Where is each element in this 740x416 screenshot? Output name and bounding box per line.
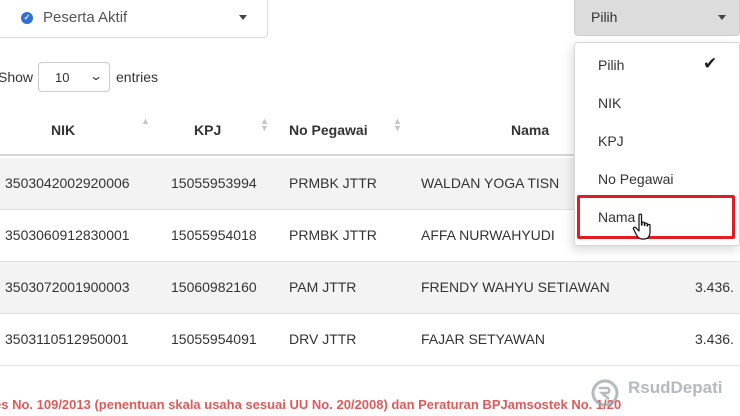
status-select-value: Peserta Aktif <box>43 9 128 26</box>
watermark-logo-icon <box>591 379 619 407</box>
status-select[interactable]: ✓ Peserta Aktif <box>0 0 268 38</box>
dropdown-option-label: KPJ <box>598 133 624 149</box>
table-row[interactable]: 3503072001900003 15060982160 PAM JTTR FR… <box>0 262 740 314</box>
checkmark-icon: ✔ <box>703 54 718 73</box>
caret-down-icon <box>239 15 247 20</box>
entries-select-value: 10 <box>55 70 70 85</box>
caret-down-icon <box>718 15 726 20</box>
cell-no-pegawai: PRMBK JTTR <box>289 227 377 243</box>
cell-nik: 3503072001900003 <box>5 279 130 295</box>
hand-cursor-icon <box>632 213 651 240</box>
check-circle-icon: ✓ <box>21 12 33 24</box>
cell-kpj: 15055953994 <box>171 175 257 191</box>
cell-no-pegawai: DRV JTTR <box>289 331 357 347</box>
show-label: Show <box>0 69 34 85</box>
dropdown-option-no-pegawai[interactable]: No Pegawai <box>575 160 740 198</box>
dropdown-option-label: Pilih <box>598 57 625 73</box>
cell-nama: WALDAN YOGA TISN <box>421 175 560 191</box>
cell-nik: 3503110512950001 <box>5 331 129 347</box>
column-header-no-pegawai[interactable]: No Pegawai <box>289 122 368 138</box>
sort-icon[interactable]: ▲ ▼ <box>260 117 269 133</box>
dropdown-option-label: No Pegawai <box>598 171 674 187</box>
dropdown-option-label: NIK <box>598 95 622 111</box>
column-header-nama[interactable]: Nama <box>511 122 549 138</box>
footnote: es No. 109/2013 (penentuan skala usaha s… <box>0 397 622 412</box>
cell-nik: 3503060912830001 <box>5 227 130 243</box>
cell-kpj: 15060982160 <box>171 279 257 295</box>
dropdown-option-pilih[interactable]: Pilih ✔ <box>575 46 740 84</box>
dropdown-option-kpj[interactable]: KPJ <box>575 122 740 160</box>
column-header-kpj[interactable]: KPJ <box>194 122 221 138</box>
highlight-box <box>577 195 735 239</box>
dropdown-option-nik[interactable]: NIK <box>575 84 740 122</box>
cell-no-pegawai: PAM JTTR <box>289 279 357 295</box>
cell-nik: 3503042002920006 <box>5 175 130 191</box>
chevron-down-icon: ⌄ <box>88 69 104 83</box>
filter-select-value: Pilih <box>591 9 618 25</box>
sort-asc-icon[interactable]: ▲ <box>141 117 150 126</box>
table-row[interactable]: 3503110512950001 15055954091 DRV JTTR FA… <box>0 314 740 366</box>
watermark-text: RsudDepati <box>628 378 723 397</box>
column-header-nik[interactable]: NIK <box>51 122 75 138</box>
entries-select[interactable]: 10 ⌄ <box>38 62 110 92</box>
entries-label: entries <box>116 69 159 85</box>
cell-extra: 3.436. <box>695 279 734 295</box>
cell-nama: FRENDY WAHYU SETIAWAN <box>421 279 610 295</box>
sort-icon[interactable]: ▲ ▼ <box>393 117 402 133</box>
cell-kpj: 15055954091 <box>171 331 257 347</box>
cell-nama: AFFA NURWAHYUDI <box>421 227 555 243</box>
cell-kpj: 15055954018 <box>171 227 257 243</box>
cell-nama: FAJAR SETYAWAN <box>421 331 545 347</box>
filter-select[interactable]: Pilih <box>574 0 740 36</box>
cell-no-pegawai: PRMBK JTTR <box>289 175 377 191</box>
cell-extra: 3.436. <box>695 331 734 347</box>
watermark: RsudDepati <box>590 376 740 416</box>
